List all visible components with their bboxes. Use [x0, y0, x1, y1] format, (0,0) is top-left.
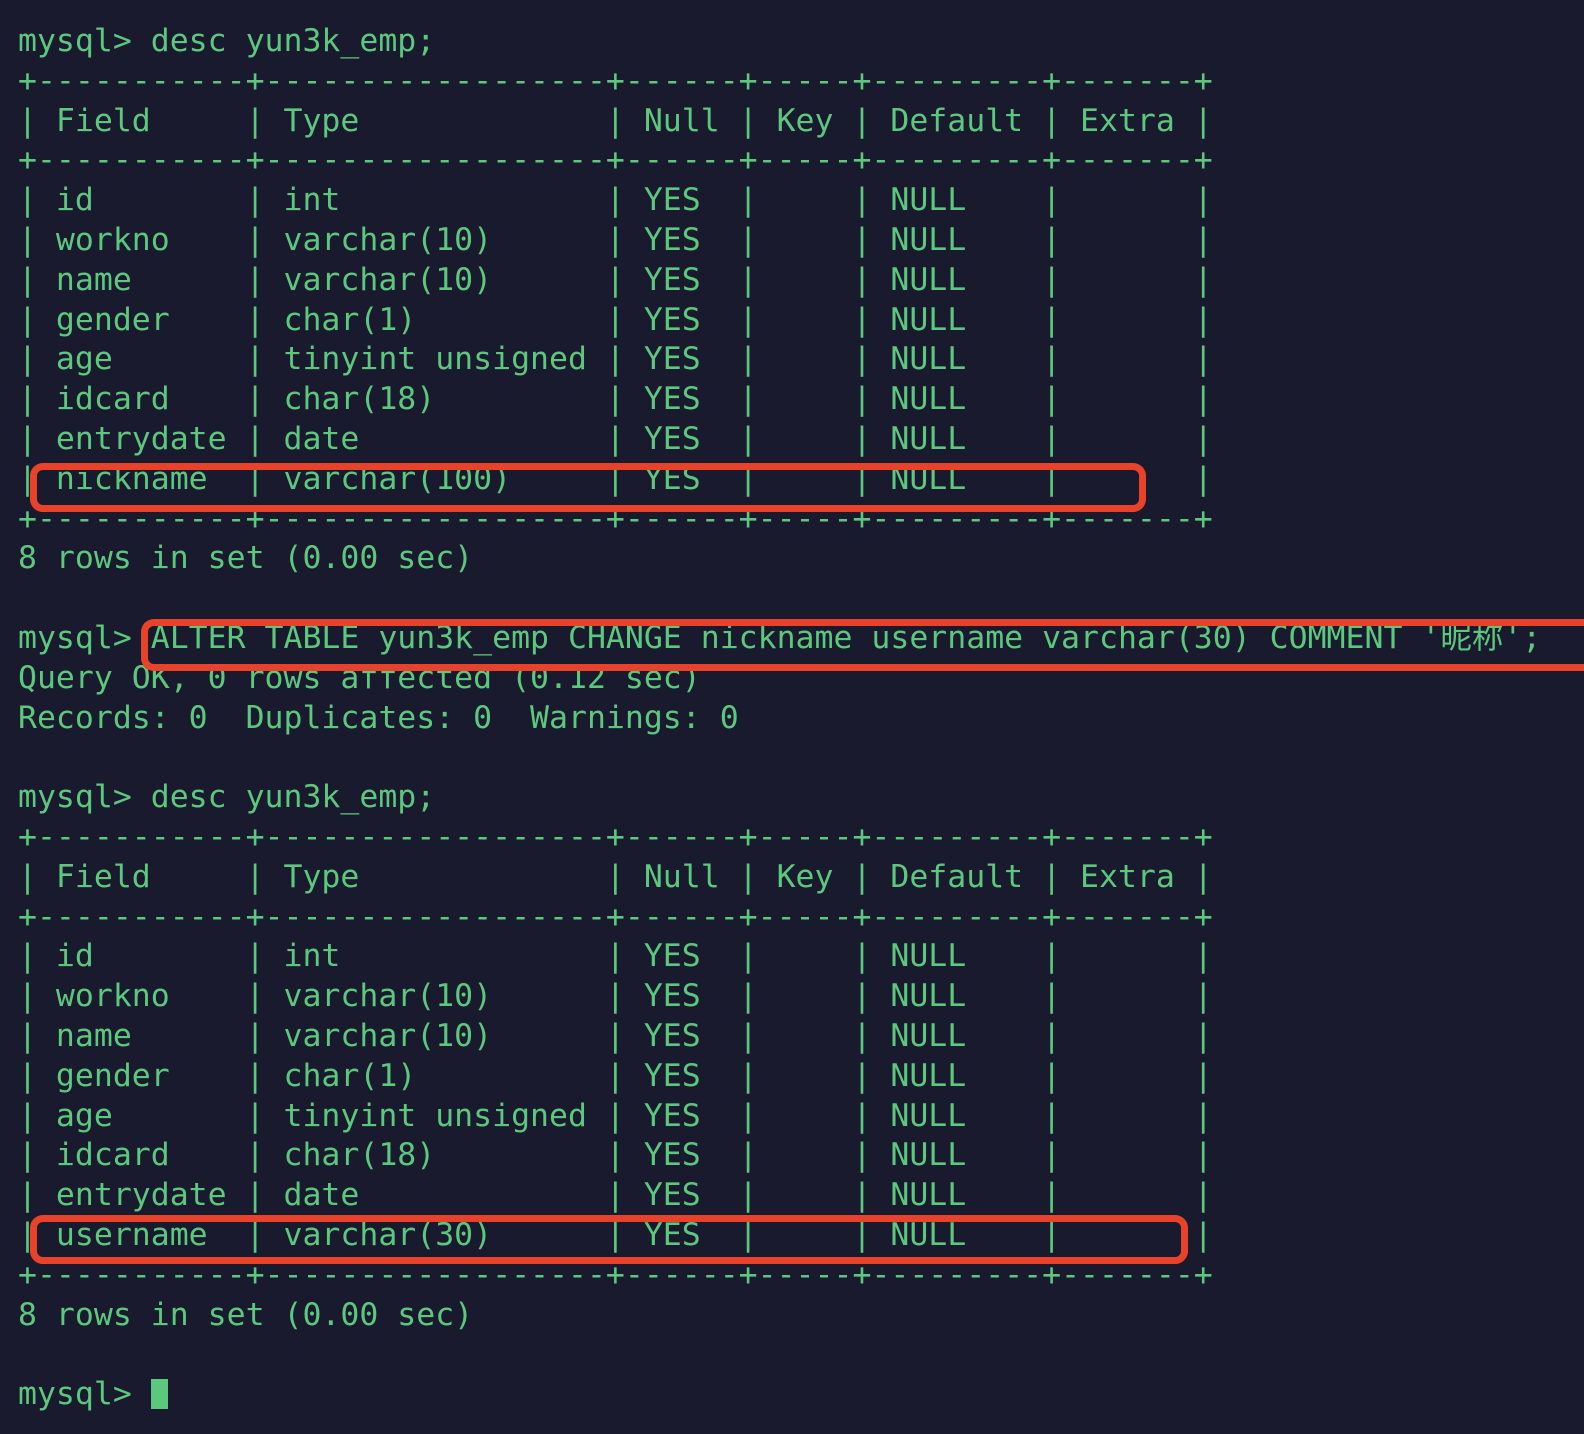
prompt-line-alter: mysql> ALTER TABLE yun3k_emp CHANGE nick…: [18, 619, 1542, 656]
table-row-nickname: | nickname | varchar(100) | YES | | NULL…: [18, 460, 1213, 497]
table-row: | workno | varchar(10) | YES | | NULL | …: [18, 221, 1213, 258]
terminal-window: mysql> desc yun3k_emp; +-----------+----…: [0, 0, 1584, 1434]
text-cursor: [150, 1379, 168, 1410]
table-border-bottom-1: +-----------+------------------+------+-…: [18, 500, 1213, 537]
table-border-top-1: +-----------+------------------+------+-…: [18, 62, 1213, 99]
prompt-line-current[interactable]: mysql>: [18, 1375, 1584, 1415]
table-row-username: | username | varchar(30) | YES | | NULL …: [18, 1216, 1213, 1253]
table-header-2: | Field | Type | Null | Key | Default | …: [18, 858, 1213, 895]
table-row: | name | varchar(10) | YES | | NULL | |: [18, 1017, 1213, 1054]
prompt-line-desc-1: mysql> desc yun3k_emp;: [18, 23, 436, 59]
table-border-bottom-2: +-----------+------------------+------+-…: [18, 1256, 1213, 1293]
table-border-mid-1: +-----------+------------------+------+-…: [18, 142, 1213, 179]
table-row: | gender | char(1) | YES | | NULL | |: [18, 1057, 1213, 1094]
table-row: | gender | char(1) | YES | | NULL | |: [18, 301, 1213, 338]
table-header-1: | Field | Type | Null | Key | Default | …: [18, 102, 1213, 139]
prompt-text: mysql>: [18, 1376, 151, 1413]
table-border-top-2: +-----------+------------------+------+-…: [18, 818, 1213, 855]
table-row: | entrydate | date | YES | | NULL | |: [18, 1177, 1213, 1214]
table-row: | age | tinyint unsigned | YES | | NULL …: [18, 341, 1213, 378]
prompt-line-desc-2: mysql> desc yun3k_emp;: [18, 779, 436, 816]
table-row: | workno | varchar(10) | YES | | NULL | …: [18, 978, 1213, 1015]
table-footer-2: 8 rows in set (0.00 sec): [18, 1296, 474, 1333]
table-footer-1: 8 rows in set (0.00 sec): [18, 540, 474, 577]
query-counters: Records: 0 Duplicates: 0 Warnings: 0: [18, 699, 739, 736]
table-row: | entrydate | date | YES | | NULL | |: [18, 420, 1213, 457]
query-status: Query OK, 0 rows affected (0.12 sec): [18, 659, 701, 696]
table-border-mid-2: +-----------+------------------+------+-…: [18, 898, 1213, 935]
table-row: | idcard | char(18) | YES | | NULL | |: [18, 1137, 1213, 1174]
table-row: | idcard | char(18) | YES | | NULL | |: [18, 381, 1213, 418]
table-row: | id | int | YES | | NULL | |: [18, 182, 1213, 219]
table-row: | age | tinyint unsigned | YES | | NULL …: [18, 1097, 1213, 1134]
table-row: | name | varchar(10) | YES | | NULL | |: [18, 261, 1213, 298]
table-row: | id | int | YES | | NULL | |: [18, 938, 1213, 975]
